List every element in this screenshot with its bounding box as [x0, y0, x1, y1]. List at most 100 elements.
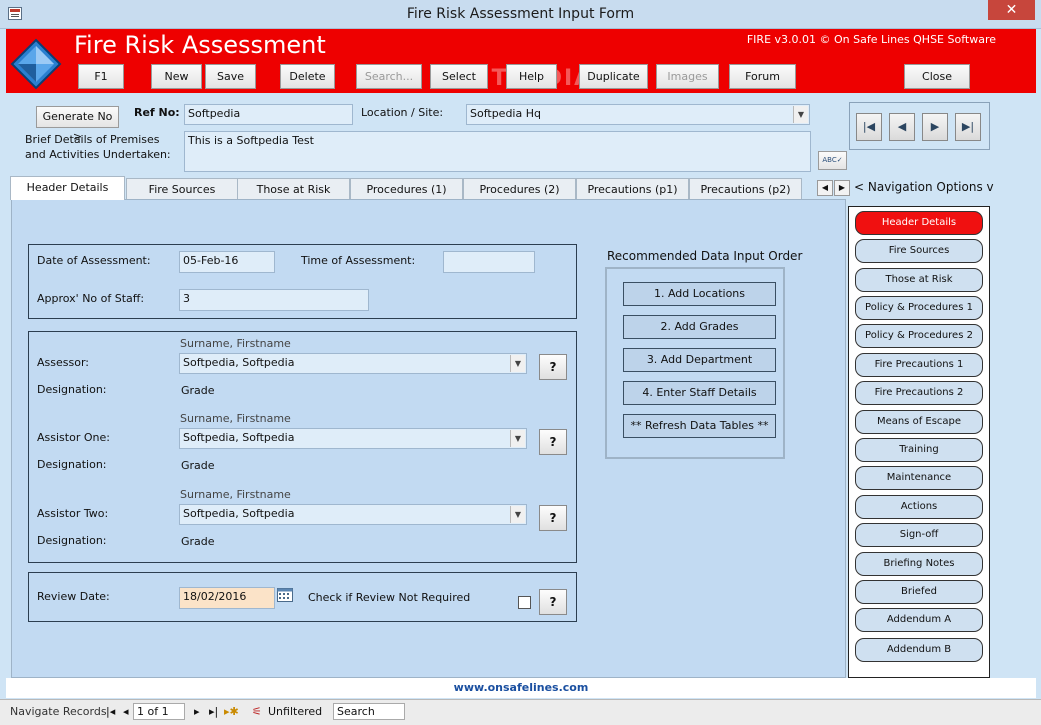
assistor-one-help-button[interactable]: ? [539, 429, 567, 455]
nav-policy-and-procedures-2[interactable]: Policy & Procedures 2 [855, 324, 983, 348]
first-record-icon[interactable]: |◀ [856, 113, 882, 141]
assessor-designation-label: Designation: [37, 383, 107, 396]
tab-scroll-left-icon[interactable]: ◀ [817, 180, 833, 196]
nav-actions[interactable]: Actions [855, 495, 983, 519]
close-button[interactable]: Close [904, 64, 970, 89]
chevron-down-icon[interactable]: ▼ [510, 355, 525, 372]
new-button[interactable]: New [151, 64, 202, 89]
last-record-icon[interactable]: ▶| [955, 113, 981, 141]
location-label: Location / Site: [361, 106, 444, 119]
record-position-input[interactable]: 1 of 1 [133, 703, 185, 720]
select-button[interactable]: Select [430, 64, 488, 89]
generate-number-button[interactable]: Generate No > [36, 106, 119, 143]
assistor-one-designation-label: Designation: [37, 458, 107, 471]
date-label: Date of Assessment: [37, 254, 151, 267]
nav-fire-precautions-1[interactable]: Fire Precautions 1 [855, 353, 983, 377]
assistor-one-name-hint: Surname, Firstname [180, 412, 291, 425]
nav-addendum-a[interactable]: Addendum A [855, 608, 983, 632]
window-close-button[interactable]: ✕ [988, 0, 1035, 20]
nav-addendum-b[interactable]: Addendum B [855, 638, 983, 662]
help-button[interactable]: Help [506, 64, 557, 89]
ref-no-input[interactable]: Softpedia [184, 104, 353, 125]
recommended-title: Recommended Data Input Order [607, 249, 803, 263]
assistor-two-value: Softpedia, Softpedia [183, 507, 295, 520]
staff-count-input[interactable]: 3 [179, 289, 369, 311]
assessor-help-button[interactable]: ? [539, 354, 567, 380]
nav-header-details[interactable]: Header Details [855, 211, 983, 235]
add-grades-button[interactable]: 2. Add Grades [623, 315, 776, 339]
assistor-two-help-button[interactable]: ? [539, 505, 567, 531]
location-value: Softpedia Hq [470, 107, 541, 120]
assistor-two-select[interactable]: Softpedia, Softpedia ▼ [179, 504, 527, 525]
assistor-two-name-hint: Surname, Firstname [180, 488, 291, 501]
tab-header-details[interactable]: Header Details [10, 176, 125, 200]
nav-sign-off[interactable]: Sign-off [855, 523, 983, 547]
search-button[interactable]: Search... [356, 64, 422, 89]
save-button[interactable]: Save [205, 64, 256, 89]
chevron-down-icon[interactable]: ▼ [510, 506, 525, 523]
next-record-icon[interactable]: ▶ [922, 113, 948, 141]
recommended-order-box: 1. Add Locations 2. Add Grades 3. Add Depa… [605, 267, 785, 459]
review-not-required-checkbox[interactable] [518, 596, 531, 609]
nav-training[interactable]: Training [855, 438, 983, 462]
record-navigator-bar: Navigate Records |◂ ◂ 1 of 1 ▸ ▸| ▸✱ ⚟ U… [0, 699, 1041, 725]
nav-maintenance[interactable]: Maintenance [855, 466, 983, 490]
assistor-one-value: Softpedia, Softpedia [183, 431, 295, 444]
chevron-down-icon[interactable]: ▼ [793, 106, 808, 123]
assistor-one-select[interactable]: Softpedia, Softpedia ▼ [179, 428, 527, 449]
review-help-button[interactable]: ? [539, 589, 567, 615]
filter-icon[interactable]: ⚟ [252, 705, 262, 718]
tab-those-at-risk[interactable]: Those at Risk [237, 178, 350, 200]
review-date-input[interactable]: 18/02/2016 [179, 587, 275, 609]
new-record-nav-icon[interactable]: ▸✱ [224, 705, 239, 718]
navigate-records-label: Navigate Records [10, 705, 107, 718]
previous-record-icon[interactable]: ◀ [889, 113, 915, 141]
nav-briefing-notes[interactable]: Briefing Notes [855, 552, 983, 576]
tab-precautions-p1[interactable]: Precautions (p1) [576, 178, 689, 200]
tab-procedures-1[interactable]: Procedures (1) [350, 178, 463, 200]
first-record-nav-icon[interactable]: |◂ [106, 705, 115, 718]
add-department-button[interactable]: 3. Add Department [623, 348, 776, 372]
review-group [28, 572, 577, 622]
filter-status[interactable]: Unfiltered [268, 705, 322, 718]
nav-means-of-escape[interactable]: Means of Escape [855, 410, 983, 434]
review-date-label: Review Date: [37, 590, 110, 603]
location-select[interactable]: Softpedia Hq ▼ [466, 104, 810, 125]
forum-button[interactable]: Forum [729, 64, 796, 89]
time-of-assessment-input[interactable] [443, 251, 535, 273]
navigation-options-label[interactable]: < Navigation Options v [854, 180, 994, 194]
window-title: Fire Risk Assessment Input Form [406, 6, 635, 22]
window-titlebar: Fire Risk Assessment Input Form ✕ [0, 0, 1041, 29]
tab-precautions-p2[interactable]: Precautions (p2) [689, 178, 802, 200]
assistor-two-label: Assistor Two: [37, 507, 109, 520]
date-of-assessment-input[interactable]: 05-Feb-16 [179, 251, 275, 273]
delete-button[interactable]: Delete [280, 64, 335, 89]
nav-those-at-risk[interactable]: Those at Risk [855, 268, 983, 292]
add-locations-button[interactable]: 1. Add Locations [623, 282, 776, 306]
calendar-icon[interactable] [277, 587, 293, 602]
refresh-data-tables-button[interactable]: ** Refresh Data Tables ** [623, 414, 776, 438]
nav-fire-precautions-2[interactable]: Fire Precautions 2 [855, 381, 983, 405]
nav-briefed[interactable]: Briefed [855, 580, 983, 604]
f1-button[interactable]: F1 [78, 64, 124, 89]
chevron-down-icon[interactable]: ▼ [510, 430, 525, 447]
app-title: Fire Risk Assessment [74, 31, 326, 59]
tab-scroll-right-icon[interactable]: ▶ [834, 180, 850, 196]
next-record-nav-icon[interactable]: ▸ [194, 705, 200, 718]
enter-staff-details-button[interactable]: 4. Enter Staff Details [623, 381, 776, 405]
tab-procedures-2[interactable]: Procedures (2) [463, 178, 576, 200]
prev-record-nav-icon[interactable]: ◂ [123, 705, 129, 718]
assessor-select[interactable]: Softpedia, Softpedia ▼ [179, 353, 527, 374]
last-record-nav-icon[interactable]: ▸| [209, 705, 218, 718]
duplicate-button[interactable]: Duplicate [579, 64, 648, 89]
navigation-options-list: Header Details Fire Sources Those at Risk P… [848, 206, 990, 678]
nav-policy-and-procedures-1[interactable]: Policy & Procedures 1 [855, 296, 983, 320]
status-search-input[interactable]: Search [333, 703, 405, 720]
images-button[interactable]: Images [656, 64, 719, 89]
assessor-name-hint: Surname, Firstname [180, 337, 291, 350]
footer-url-link[interactable]: www.onsafelines.com [6, 678, 1036, 698]
tab-fire-sources[interactable]: Fire Sources [126, 178, 238, 200]
spellcheck-icon[interactable]: ABC✓ [818, 151, 847, 170]
nav-fire-sources[interactable]: Fire Sources [855, 239, 983, 263]
brief-details-textarea[interactable]: This is a Softpedia Test [184, 131, 811, 172]
